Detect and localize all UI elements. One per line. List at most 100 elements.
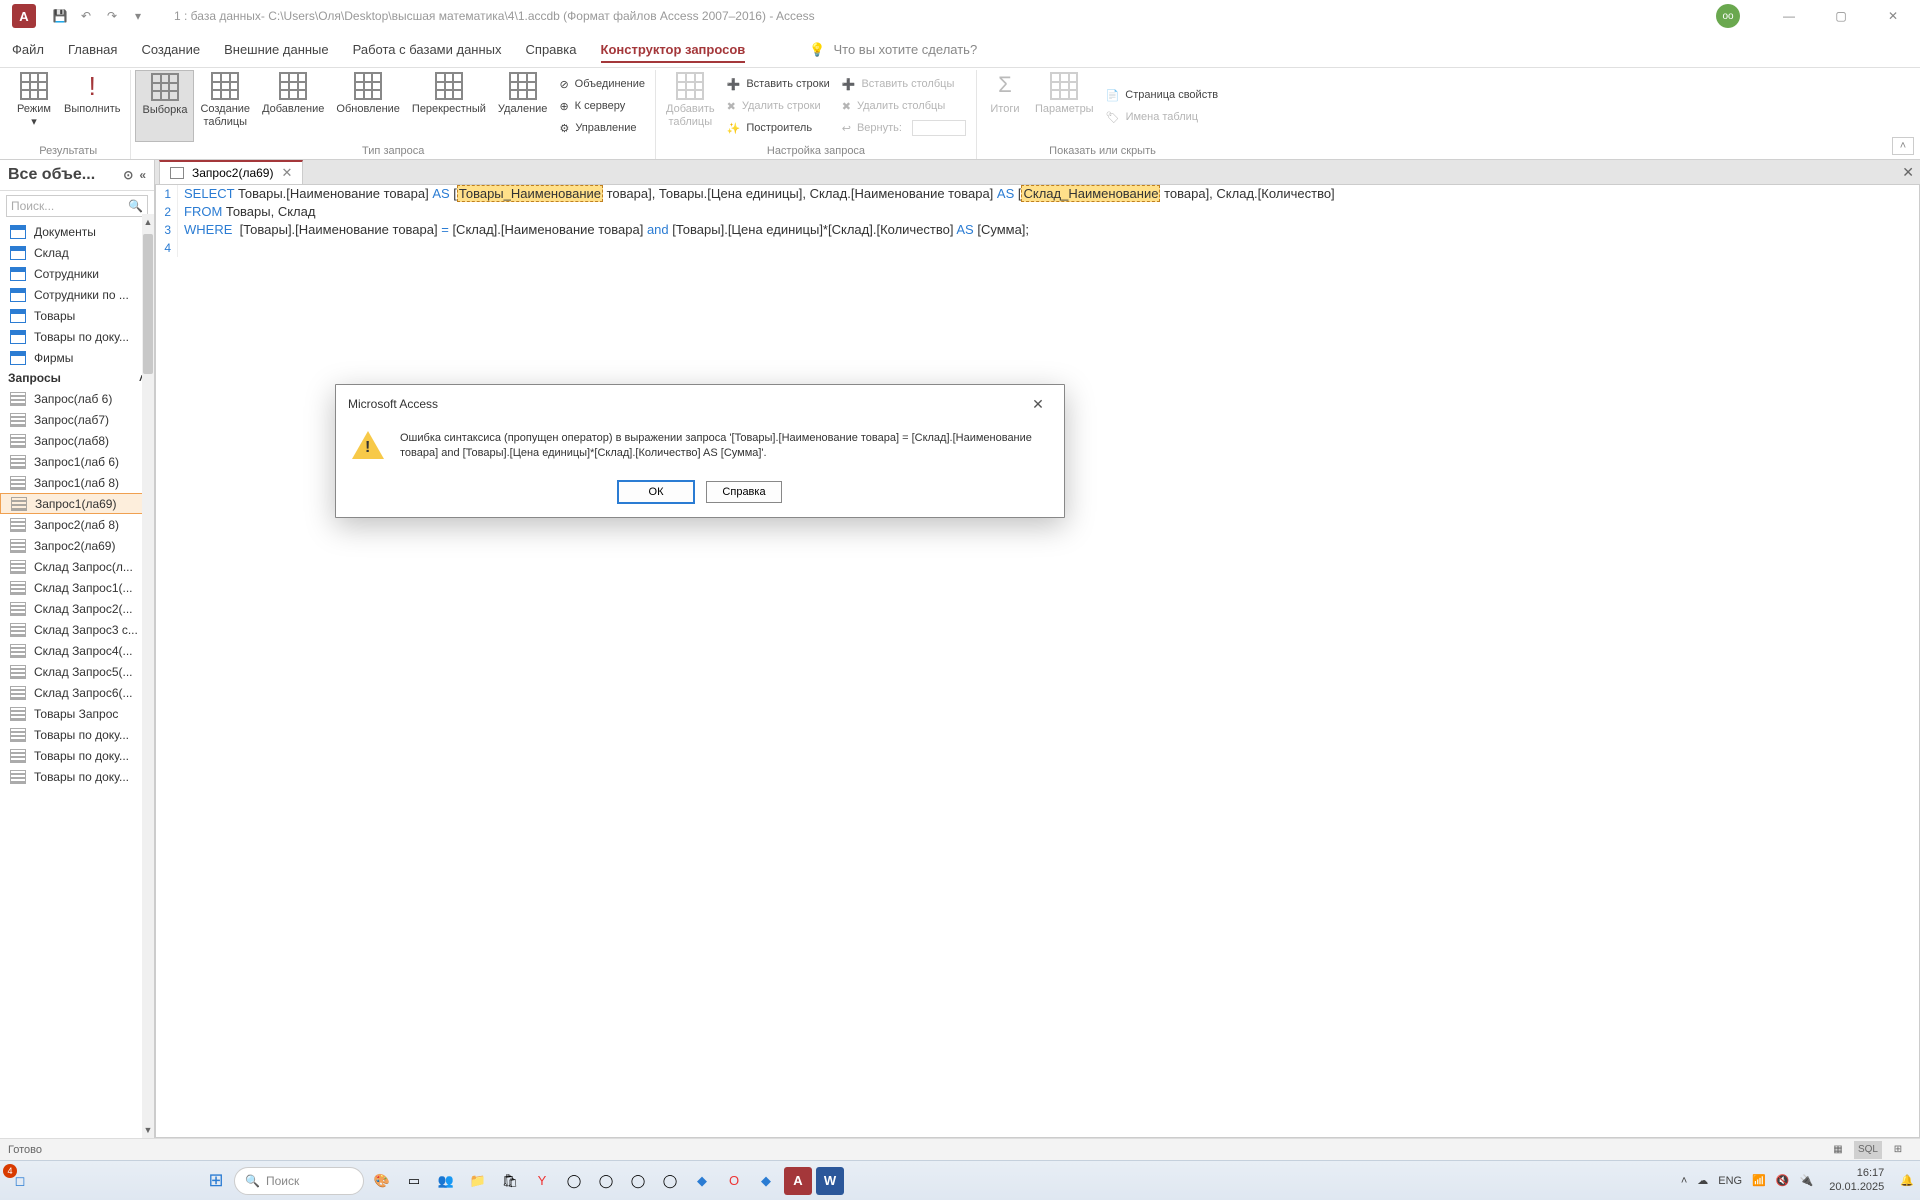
nav-header[interactable]: Все объе... ⊙« [0,160,154,191]
collapse-ribbon-button[interactable]: ˄ [1892,137,1914,155]
scroll-thumb[interactable] [143,234,153,374]
copilot-icon[interactable]: 🎨 [368,1167,396,1195]
chevron-down-icon[interactable]: ⊙ [123,168,133,182]
nav-query-item[interactable]: Запрос1(ла69) [0,493,154,514]
datasheet-view-button[interactable]: ▦ [1824,1141,1852,1159]
close-editor-icon[interactable]: ✕ [1902,164,1914,181]
app-icon-5[interactable]: ◆ [752,1167,780,1195]
nav-query-item[interactable]: Склад Запрос2(... [0,598,154,619]
insert-rows-button[interactable]: ➕Вставить строки [721,73,836,95]
nav-category-queries[interactable]: Запросы˄ [0,368,154,388]
nav-query-item[interactable]: Склад Запрос3 с... [0,619,154,640]
teams-icon[interactable]: 👥 [432,1167,460,1195]
access-icon[interactable]: A [784,1167,812,1195]
qat-more-icon[interactable]: ▾ [126,4,150,28]
shutter-icon[interactable]: « [139,168,146,182]
nav-query-item[interactable]: Запрос(лаб8) [0,430,154,451]
sql-editor[interactable]: 1SELECT Товары.[Наименование товара] AS … [155,184,1920,1138]
nav-table-item[interactable]: Склад [0,242,154,263]
nav-table-item[interactable]: Товары по доку... [0,326,154,347]
tab-create[interactable]: Создание [141,36,200,63]
propsheet-button[interactable]: 📄Страница свойств [1100,84,1224,106]
save-icon[interactable]: 💾 [48,4,72,28]
document-tab[interactable]: Запрос2(ла69) ✕ [159,160,303,184]
close-button[interactable]: ✕ [1870,0,1916,32]
tab-file[interactable]: Файл [12,36,44,63]
builder-button[interactable]: ✨Построитель [721,117,836,139]
nav-query-item[interactable]: Запрос(лаб 6) [0,388,154,409]
tab-help[interactable]: Справка [526,36,577,63]
network-icon[interactable]: 📶 [1752,1174,1766,1187]
tell-me-search[interactable]: 💡 Что вы хотите сделать? [809,42,977,58]
nav-table-item[interactable]: Сотрудники [0,263,154,284]
nav-table-item[interactable]: Документы [0,221,154,242]
app-icon-4[interactable]: ◆ [688,1167,716,1195]
view-button[interactable]: Режим▾ [10,70,58,142]
chrome-icon[interactable]: ◯ [656,1167,684,1195]
nav-query-item[interactable]: Товары по доку... [0,724,154,745]
nav-query-item[interactable]: Запрос1(лаб 8) [0,472,154,493]
battery-icon[interactable]: 🔌 [1800,1174,1814,1187]
nav-query-item[interactable]: Товары Запрос [0,703,154,724]
append-button[interactable]: Добавление [256,70,330,142]
yandex-icon[interactable]: Y [528,1167,556,1195]
nav-query-item[interactable]: Товары по доку... [0,766,154,787]
nav-table-item[interactable]: Сотрудники по ... [0,284,154,305]
nav-query-item[interactable]: Запрос2(лаб 8) [0,514,154,535]
delete-query-button[interactable]: Удаление [492,70,554,142]
ok-button[interactable]: ОК [618,481,694,503]
sql-view-button[interactable]: SQL [1854,1141,1882,1159]
tab-external[interactable]: Внешние данные [224,36,329,63]
tab-query-designer[interactable]: Конструктор запросов [601,36,746,63]
union-button[interactable]: ⊘Объединение [553,73,651,95]
update-button[interactable]: Обновление [330,70,406,142]
taskview-icon[interactable]: ▭ [400,1167,428,1195]
nav-query-item[interactable]: Склад Запрос(л... [0,556,154,577]
nav-table-item[interactable]: Товары [0,305,154,326]
nav-query-item[interactable]: Запрос1(лаб 6) [0,451,154,472]
tray-chevron-icon[interactable]: ˄ [1681,1175,1687,1187]
taskbar-search[interactable]: 🔍Поиск [234,1167,364,1195]
nav-query-item[interactable]: Склад Запрос6(... [0,682,154,703]
close-tab-icon[interactable]: ✕ [281,165,292,181]
undo-icon[interactable]: ↶ [74,4,98,28]
tab-home[interactable]: Главная [68,36,117,63]
tab-db[interactable]: Работа с базами данных [353,36,502,63]
nav-query-item[interactable]: Склад Запрос5(... [0,661,154,682]
store-icon[interactable]: 🛍 [496,1167,524,1195]
scroll-up-icon[interactable]: ▲ [142,214,154,230]
crosstab-button[interactable]: Перекрестный [406,70,492,142]
nav-query-item[interactable]: Склад Запрос4(... [0,640,154,661]
scroll-down-icon[interactable]: ▼ [142,1122,154,1138]
select-query-button[interactable]: Выборка [135,70,194,142]
design-view-button[interactable]: ⊞ [1884,1141,1912,1159]
nav-query-item[interactable]: Запрос(лаб7) [0,409,154,430]
nav-scrollbar[interactable]: ▲ ▼ [142,214,154,1138]
explorer-icon[interactable]: 📁 [464,1167,492,1195]
app-icon-3[interactable]: ◯ [624,1167,652,1195]
notifications-icon[interactable]: 🔔 [1900,1174,1914,1187]
app-icon-1[interactable]: ◯ [560,1167,588,1195]
nav-query-item[interactable]: Товары по доку... [0,745,154,766]
run-button[interactable]: !Выполнить [58,70,126,142]
language-indicator[interactable]: ENG [1718,1175,1742,1187]
minimize-button[interactable]: — [1766,0,1812,32]
redo-icon[interactable]: ↷ [100,4,124,28]
maketable-button[interactable]: Создание таблицы [194,70,256,142]
nav-table-item[interactable]: Фирмы [0,347,154,368]
ddl-button[interactable]: ⚙Управление [553,117,651,139]
app-icon-2[interactable]: ◯ [592,1167,620,1195]
clock[interactable]: 16:1720.01.2025 [1829,1167,1884,1193]
passthrough-button[interactable]: ⊕К серверу [553,95,651,117]
nav-query-item[interactable]: Запрос2(ла69) [0,535,154,556]
word-icon[interactable]: W [816,1167,844,1195]
opera-icon[interactable]: O [720,1167,748,1195]
nav-search[interactable]: Поиск...🔍 [6,195,148,217]
maximize-button[interactable]: ▢ [1818,0,1864,32]
user-avatar[interactable]: оо [1716,4,1740,28]
dialog-close-button[interactable]: ✕ [1024,393,1052,415]
widgets-icon[interactable]: ◻4 [6,1167,34,1195]
start-button[interactable]: ⊞ [202,1167,230,1195]
onedrive-icon[interactable]: ☁ [1697,1174,1708,1187]
nav-query-item[interactable]: Склад Запрос1(... [0,577,154,598]
